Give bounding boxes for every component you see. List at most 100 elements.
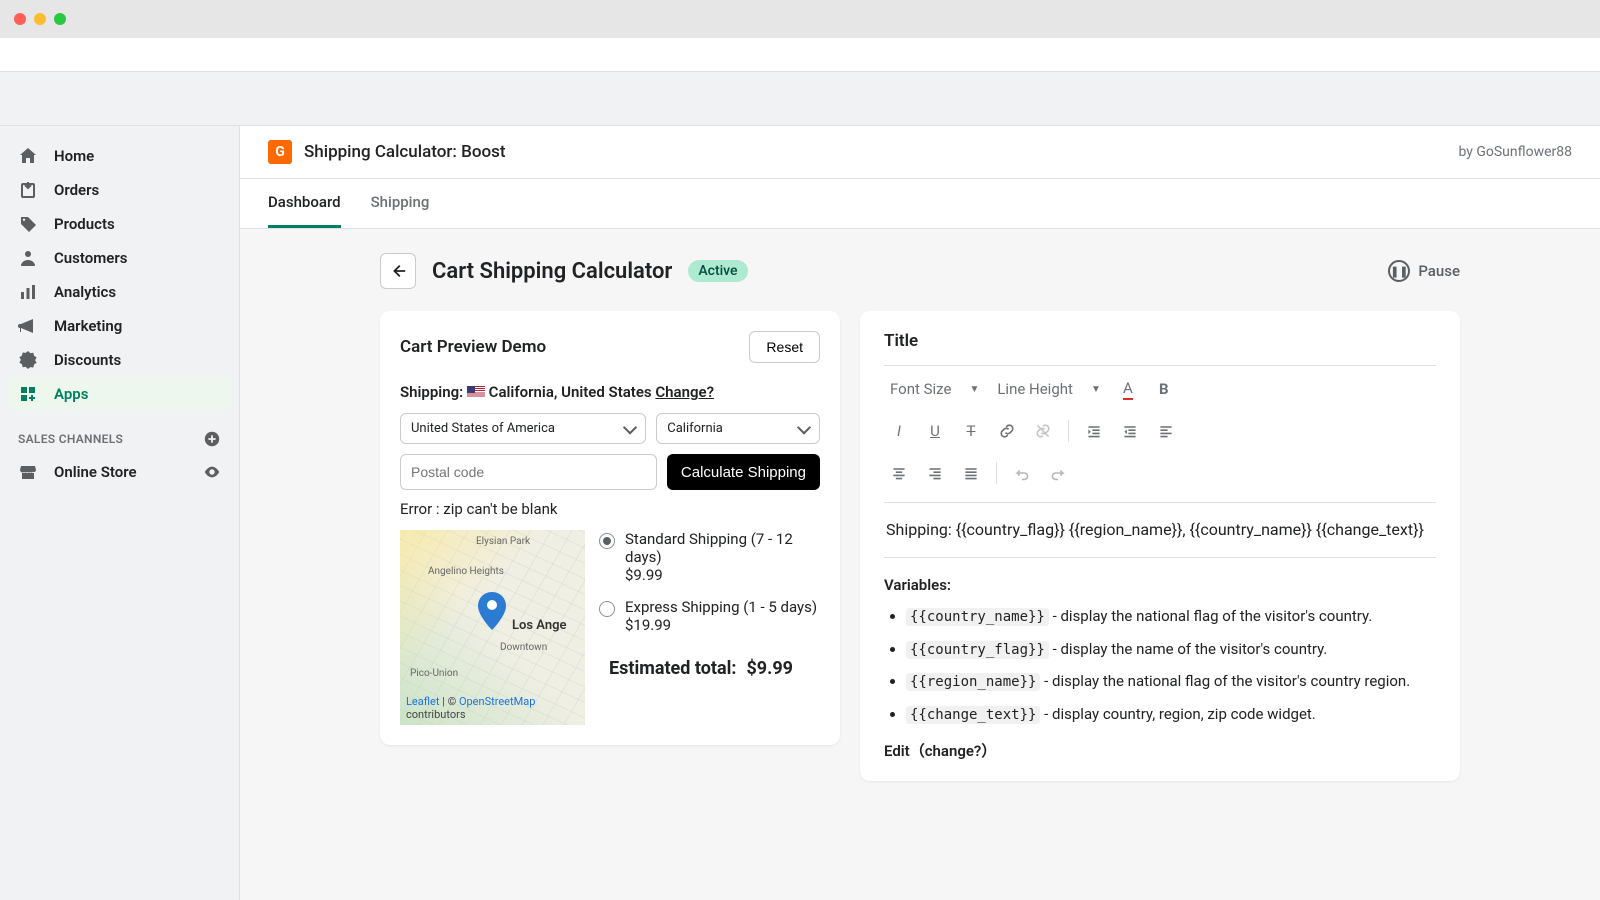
sidebar-item-label: Orders	[54, 181, 99, 199]
tab-shipping[interactable]: Shipping	[371, 179, 430, 228]
variable-item: {{change_text}} - display country, regio…	[906, 702, 1436, 726]
editor-toolbar: Font Size▼ Line Height▼ A B I U T	[884, 365, 1436, 503]
sidebar-item-label: Online Store	[54, 463, 137, 481]
sidebar-item-home[interactable]: Home	[8, 140, 231, 172]
analytics-icon	[18, 282, 38, 302]
font-size-select[interactable]: Font Size▼	[884, 376, 985, 402]
tag-icon	[18, 214, 38, 234]
sidebar-item-label: Discounts	[54, 351, 121, 369]
link-button[interactable]	[992, 416, 1022, 446]
sidebar-item-analytics[interactable]: Analytics	[8, 276, 231, 308]
sidebar-item-customers[interactable]: Customers	[8, 242, 231, 274]
align-right-button[interactable]	[920, 458, 950, 488]
cart-preview-heading: Cart Preview Demo	[400, 337, 546, 357]
italic-button[interactable]: I	[884, 416, 914, 446]
calculate-shipping-button[interactable]: Calculate Shipping	[667, 454, 820, 490]
page-title: Cart Shipping Calculator	[432, 259, 672, 284]
shipping-option-express[interactable]: Express Shipping (1 - 5 days) $19.99	[599, 598, 820, 634]
tab-dashboard[interactable]: Dashboard	[268, 179, 341, 228]
estimated-total: Estimated total:$9.99	[599, 658, 820, 679]
discount-icon	[18, 350, 38, 370]
window-chrome	[0, 0, 1600, 38]
shipping-option-standard[interactable]: Standard Shipping (7 - 12 days) $9.99	[599, 530, 820, 584]
variable-item: {{country_flag}} - display the name of t…	[906, 637, 1436, 661]
variables-list: {{country_name}} - display the national …	[884, 604, 1436, 726]
back-button[interactable]	[380, 253, 416, 289]
variable-item: {{country_name}} - display the national …	[906, 604, 1436, 628]
tabs: Dashboard Shipping	[240, 179, 1600, 229]
line-height-select[interactable]: Line Height▼	[991, 376, 1107, 402]
country-select[interactable]: United States of America	[400, 413, 646, 444]
add-channel-icon[interactable]	[203, 430, 221, 448]
person-icon	[18, 248, 38, 268]
variables-heading: Variables:	[884, 576, 1436, 594]
apps-icon	[18, 384, 38, 404]
store-icon	[18, 462, 38, 482]
maximize-window-icon[interactable]	[54, 13, 66, 25]
edit-change-heading: Edit（change?）	[884, 740, 1436, 761]
sidebar-item-products[interactable]: Products	[8, 208, 231, 240]
reset-button[interactable]: Reset	[749, 331, 820, 363]
indent-button[interactable]	[1079, 416, 1109, 446]
state-select[interactable]: California	[656, 413, 820, 444]
align-center-button[interactable]	[884, 458, 914, 488]
map-attribution: Leaflet | © OpenStreetMapcontributors	[406, 695, 535, 721]
banner-area	[0, 72, 1600, 126]
undo-button[interactable]	[1007, 458, 1037, 488]
app-logo-icon: G	[268, 140, 292, 164]
sidebar-channel-online-store[interactable]: Online Store	[8, 456, 231, 488]
leaflet-link[interactable]: Leaflet	[406, 695, 439, 708]
error-message: Error : zip can't be blank	[400, 500, 820, 518]
arrow-left-icon	[389, 262, 407, 280]
unlink-button[interactable]	[1028, 416, 1058, 446]
pause-button[interactable]: ❚❚ Pause	[1388, 260, 1460, 282]
underline-button[interactable]: U	[920, 416, 950, 446]
bold-button[interactable]: B	[1149, 374, 1179, 404]
shipping-location-line: Shipping: California, United States Chan…	[400, 383, 820, 401]
minimize-window-icon[interactable]	[34, 13, 46, 25]
page-header: Cart Shipping Calculator Active ❚❚ Pause	[380, 253, 1460, 289]
radio-icon	[599, 533, 615, 549]
radio-icon	[599, 601, 615, 617]
sidebar-item-label: Analytics	[54, 283, 116, 301]
orders-icon	[18, 180, 38, 200]
sales-channels-header: SALES CHANNELS	[8, 412, 231, 456]
sidebar-item-label: Marketing	[54, 317, 122, 335]
sidebar-item-apps[interactable]: Apps	[8, 378, 231, 410]
home-icon	[18, 146, 38, 166]
cart-preview-card: Cart Preview Demo Reset Shipping: Califo…	[380, 311, 840, 745]
change-location-link[interactable]: Change?	[655, 383, 714, 401]
sidebar-item-label: Apps	[54, 385, 88, 403]
map-preview[interactable]: Elysian Park Angelino Heights Los Ange D…	[400, 530, 585, 725]
sidebar-item-label: Products	[54, 215, 115, 233]
postal-code-input[interactable]	[400, 454, 657, 490]
font-color-button[interactable]: A	[1113, 374, 1143, 404]
sidebar-item-orders[interactable]: Orders	[8, 174, 231, 206]
view-store-icon[interactable]	[203, 463, 221, 481]
map-pin-icon	[478, 592, 506, 630]
us-flag-icon	[467, 386, 485, 398]
megaphone-icon	[18, 316, 38, 336]
title-panel-heading: Title	[884, 331, 1436, 351]
sidebar-item-discounts[interactable]: Discounts	[8, 344, 231, 376]
editor-content[interactable]: Shipping: {{country_flag}} {{region_name…	[884, 503, 1436, 558]
redo-button[interactable]	[1043, 458, 1073, 488]
align-justify-button[interactable]	[956, 458, 986, 488]
sidebar-item-marketing[interactable]: Marketing	[8, 310, 231, 342]
main-content: G Shipping Calculator: Boost by GoSunflo…	[240, 126, 1600, 900]
title-editor-card: Title Font Size▼ Line Height▼ A B I U T	[860, 311, 1460, 781]
outdent-button[interactable]	[1115, 416, 1145, 446]
sidebar: Home Orders Products Customers Analytics…	[0, 126, 240, 900]
status-badge: Active	[688, 260, 747, 282]
align-left-button[interactable]	[1151, 416, 1181, 446]
variable-item: {{region_name}} - display the national f…	[906, 669, 1436, 693]
pause-icon: ❚❚	[1388, 260, 1410, 282]
sidebar-item-label: Customers	[54, 249, 127, 267]
top-bar	[0, 38, 1600, 72]
app-header: G Shipping Calculator: Boost by GoSunflo…	[240, 126, 1600, 179]
app-author: by GoSunflower88	[1458, 144, 1572, 160]
strikethrough-button[interactable]: T	[956, 416, 986, 446]
close-window-icon[interactable]	[14, 13, 26, 25]
sidebar-item-label: Home	[54, 147, 94, 165]
osm-link[interactable]: OpenStreetMap	[459, 695, 535, 708]
